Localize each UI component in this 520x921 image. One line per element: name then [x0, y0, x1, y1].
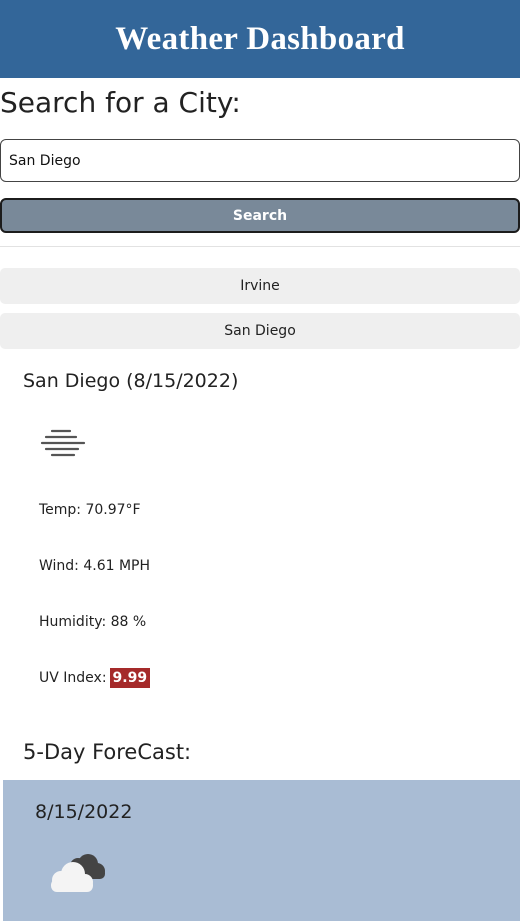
uv-label: UV Index: [39, 670, 107, 686]
current-city-title: San Diego (8/15/2022) [23, 370, 239, 392]
app-header: Weather Dashboard [0, 0, 520, 78]
search-heading: Search for a City: [0, 86, 241, 119]
forecast-heading: 5-Day ForeCast: [23, 740, 192, 764]
city-search-input[interactable] [0, 139, 520, 182]
current-wind: Wind: 4.61 MPH [39, 558, 151, 574]
current-uv: UV Index: 9.99 [39, 668, 151, 688]
app-title: Weather Dashboard [115, 20, 405, 57]
current-temp: Temp: 70.97°F [39, 502, 141, 518]
current-humidity: Humidity: 88 % [39, 614, 147, 630]
broken-clouds-icon [51, 854, 105, 892]
uv-index-badge: 9.99 [109, 668, 151, 688]
history-item-san-diego[interactable]: San Diego [0, 313, 520, 349]
history-item-irvine[interactable]: Irvine [0, 268, 520, 304]
forecast-date: 8/15/2022 [35, 801, 133, 823]
forecast-card: 8/15/2022 [3, 780, 520, 921]
divider [0, 246, 520, 247]
search-button[interactable]: Search [0, 198, 520, 233]
mist-icon [40, 429, 86, 457]
